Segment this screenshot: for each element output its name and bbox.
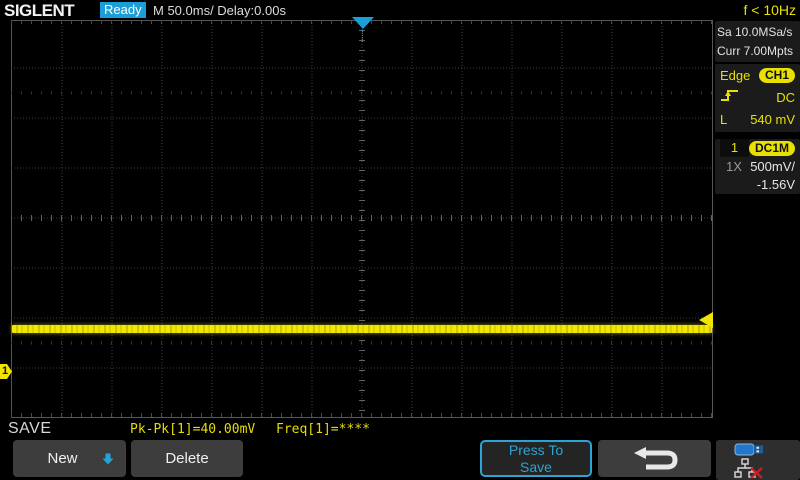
return-arrow-icon [631,446,679,472]
delete-button[interactable]: Delete [131,440,243,477]
brand-logo: SIGLENT [4,1,74,21]
channel-coupling-badge: DC1M [749,141,795,156]
graticule-grid [11,20,713,418]
menu-title: SAVE [8,420,52,438]
trigger-level-label: L [720,112,727,127]
delete-button-label: Delete [165,450,208,467]
timebase-readout: M 50.0ms/ Delay:0.00s [153,3,286,18]
trigger-coupling: DC [776,90,795,105]
press-to-save-button[interactable]: Press To Save [480,440,592,477]
channel-panel: 1 DC1M 1X 500mV/ -1.56V [715,139,800,194]
measurement-freq: Freq[1]=**** [276,422,370,437]
volts-per-div: 500mV/ [750,159,795,174]
press-to-save-line2: Save [520,459,552,476]
back-button[interactable] [598,440,711,477]
trigger-panel: Edge CH1 DC L 540 mV [715,64,800,132]
channel-number: 1 [720,139,749,157]
memory-depth: Curr 7.00Mpts [717,42,800,61]
run-status-badge: Ready [100,2,146,18]
usb-device-icon [734,442,766,457]
rising-edge-icon [720,87,740,108]
acquisition-panel: Sa 10.0MSa/s Curr 7.00Mpts [715,21,800,62]
press-to-save-line1: Press To [509,442,563,459]
sample-rate: Sa 10.0MSa/s [717,23,800,42]
lan-disconnected-icon [734,458,764,479]
graticule [11,20,713,418]
io-status-panel [716,440,800,480]
oscilloscope-screen: SIGLENT Ready M 50.0ms/ Delay:0.00s f < … [0,0,800,480]
frequency-counter: f < 10Hz [743,2,796,18]
new-button-label: New [47,450,77,467]
trigger-level-value: 540 mV [750,112,795,127]
trigger-position-line [362,30,363,42]
trigger-level-arrow-icon[interactable] [699,312,713,328]
trigger-source-badge: CH1 [759,68,795,83]
trigger-type-label: Edge [720,68,750,83]
probe-attenuation: 1X [720,159,742,174]
measurement-pkpk: Pk-Pk[1]=40.00mV [130,422,255,437]
trigger-position-arrow-icon[interactable] [352,17,374,29]
ch1-trace [12,325,712,333]
down-arrow-icon [102,453,114,465]
channel-offset: -1.56V [757,177,795,192]
new-button[interactable]: New [13,440,126,477]
